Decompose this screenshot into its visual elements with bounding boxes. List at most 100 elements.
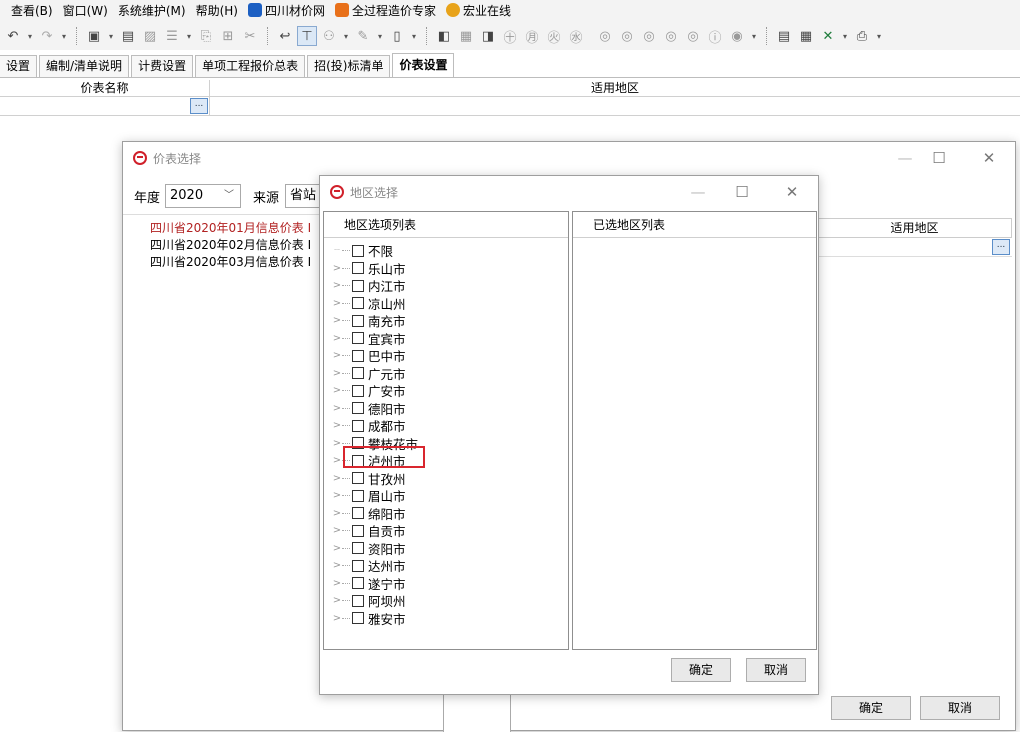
chevron-right-icon[interactable]: > [332,368,342,379]
chevron-right-icon[interactable]: > [332,578,342,589]
chevron-right-icon[interactable]: > [332,420,342,431]
close-icon[interactable]: ✕ [969,142,1009,174]
list-dropdown-icon[interactable]: ▾ [184,26,194,46]
region-cancel-button[interactable]: 取消 [746,658,806,682]
checkbox[interactable] [352,577,364,590]
document-icon[interactable]: ▯ [387,26,407,46]
close-icon[interactable]: ✕ [772,176,812,208]
tree-item-neijiang[interactable]: > 内江市 [332,277,418,295]
maximize-icon[interactable]: ☐ [919,142,959,174]
chevron-right-icon[interactable]: > [332,525,342,536]
panel-left-icon[interactable]: ◧ [434,26,454,46]
circle-c-icon[interactable]: ㊋ [544,26,564,46]
tree-item-yibin[interactable]: > 宜宾市 [332,330,418,348]
menu-system[interactable]: 系统维护(M) [113,0,191,22]
chevron-right-icon[interactable]: > [332,350,342,361]
region-ok-button[interactable]: 确定 [671,658,731,682]
excel-dropdown-icon[interactable]: ▾ [840,26,850,46]
eye-dropdown-icon[interactable]: ▾ [749,26,759,46]
print-icon[interactable]: ⎙ [852,26,872,46]
menu-hongye-online[interactable]: 宏业在线 [441,0,516,22]
price-dialog-titlebar[interactable]: 价表选择 [123,142,1015,174]
chevron-right-icon[interactable]: > [332,263,342,274]
checkbox[interactable] [352,314,364,327]
menu-help[interactable]: 帮助(H) [191,0,243,22]
tree-item-yaan[interactable]: > 雅安市 [332,610,418,628]
person-icon[interactable]: ⚇ [319,26,339,46]
column-header-region[interactable]: 适用地区 [210,80,1020,97]
tree-item-chengdu[interactable]: > 成都市 [332,417,418,435]
checkbox[interactable] [352,384,364,397]
brush-dropdown-icon[interactable]: ▾ [375,26,385,46]
checkbox[interactable] [352,542,364,555]
checkbox[interactable] [352,489,364,502]
region-browse-button[interactable]: ... [992,239,1010,255]
circle-a-icon[interactable]: ㊉ [500,26,520,46]
tree-item-guangyuan[interactable]: > 广元市 [332,365,418,383]
checkbox[interactable] [352,332,364,345]
tree-item-zigong[interactable]: > 自贡市 [332,522,418,540]
document-dropdown-icon[interactable]: ▾ [409,26,419,46]
chevron-right-icon[interactable]: > [332,455,342,466]
chevron-right-icon[interactable]: > [332,508,342,519]
chevron-right-icon[interactable]: > [332,315,342,326]
excel-icon[interactable]: ✕ [818,26,838,46]
checkbox[interactable] [352,262,364,275]
circle-d-icon[interactable]: ㊌ [566,26,586,46]
menu-cost-expert[interactable]: 全过程造价专家 [330,0,441,22]
tab-unit-summary[interactable]: 单项工程报价总表 [195,55,306,77]
chevron-right-icon[interactable]: > [332,595,342,606]
tree-item-mianyang[interactable]: > 绵阳市 [332,505,418,523]
chevron-right-icon[interactable]: > [332,543,342,554]
column-header-price-name[interactable]: 价表名称 [0,80,210,97]
chevron-right-icon[interactable]: > [332,333,342,344]
back-icon[interactable]: ↩ [275,26,295,46]
tab-settings[interactable]: 设置 [0,55,38,77]
chevron-right-icon[interactable]: > [332,298,342,309]
tree-item-dazhou[interactable]: > 达州市 [332,557,418,575]
checkbox[interactable] [352,279,364,292]
tree-item-guangan[interactable]: > 广安市 [332,382,418,400]
tree-item-leshan[interactable]: > 乐山市 [332,260,418,278]
save-icon[interactable]: ▤ [118,26,138,46]
merge-icon[interactable]: ⊞ [218,26,238,46]
cut-icon[interactable]: ✂ [240,26,260,46]
checkbox[interactable] [352,297,364,310]
tree-item-deyang[interactable]: > 德阳市 [332,400,418,418]
tree-item-bazhong[interactable]: > 巴中市 [332,347,418,365]
chevron-right-icon[interactable]: > [332,385,342,396]
checkbox[interactable] [352,559,364,572]
table-row[interactable]: ... [0,97,1020,116]
circle-b-icon[interactable]: ㊊ [522,26,542,46]
minimize-icon[interactable]: — [678,176,718,208]
tab-fee-settings[interactable]: 计费设置 [131,55,194,77]
tree-icon[interactable]: ⊤ [297,26,317,46]
calendar-icon[interactable]: ▣ [84,26,104,46]
chevron-right-icon[interactable]: > [332,613,342,624]
list-icon[interactable]: ☰ [162,26,182,46]
tree-item-suining[interactable]: > 遂宁市 [332,575,418,593]
tree-item-aba[interactable]: > 阿坝州 [332,592,418,610]
tree-item-meishan[interactable]: > 眉山市 [332,487,418,505]
price-cancel-button[interactable]: 取消 [920,696,1000,720]
circle-i-icon[interactable]: ◎ [683,26,703,46]
year-select[interactable]: 2020 ﹀ [165,184,241,208]
table-icon[interactable]: ▤ [774,26,794,46]
tree-item-ganzi[interactable]: > 甘孜州 [332,470,418,488]
menu-sichuan-price-net[interactable]: 四川材价网 [243,0,330,22]
checkbox[interactable] [352,507,364,520]
chevron-right-icon[interactable]: > [332,403,342,414]
calculator-icon[interactable]: ▦ [796,26,816,46]
undo-icon[interactable]: ↶ [3,26,23,46]
brush-icon[interactable]: ✎ [353,26,373,46]
price-name-cell[interactable] [0,97,210,116]
price-ok-button[interactable]: 确定 [831,696,911,720]
tree-item-nanchong[interactable]: > 南充市 [332,312,418,330]
redo-icon[interactable]: ↷ [37,26,57,46]
image-icon[interactable]: ▨ [140,26,160,46]
checkbox[interactable] [352,524,364,537]
eye-icon[interactable]: ◉ [727,26,747,46]
chevron-right-icon[interactable]: > [332,490,342,501]
tab-notes[interactable]: 编制/清单说明 [39,55,130,77]
tree-item-liangshan[interactable]: > 凉山州 [332,295,418,313]
